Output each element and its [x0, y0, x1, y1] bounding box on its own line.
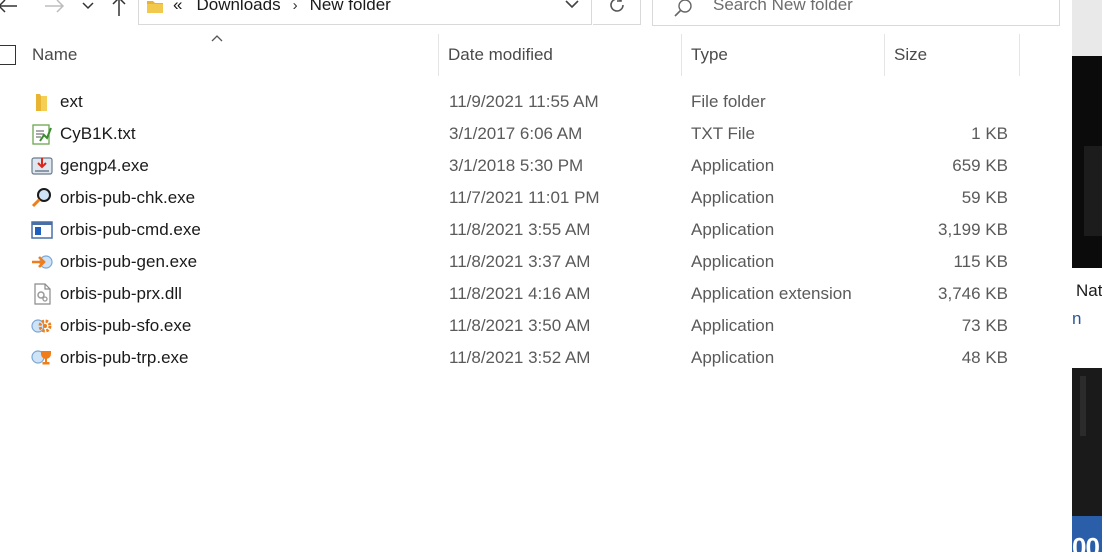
file-name: orbis-pub-chk.exe — [60, 188, 196, 207]
file-date: 11/9/2021 11:55 AM — [449, 92, 599, 111]
column-header-row: Name Date modified Type Size — [0, 34, 1072, 76]
file-name: orbis-pub-sfo.exe — [60, 316, 192, 335]
file-name: orbis-pub-gen.exe — [60, 252, 198, 271]
file-type: Application — [691, 348, 775, 367]
file-size: 73 KB — [961, 316, 1008, 335]
forward-arrow-icon — [45, 0, 65, 13]
file-type: TXT File — [691, 124, 755, 143]
file-type: File folder — [691, 92, 766, 111]
background-text: Nat — [1076, 281, 1102, 300]
file-date: 11/7/2021 11:01 PM — [449, 188, 600, 207]
file-type: Application — [691, 188, 775, 207]
file-type: Application — [691, 220, 775, 239]
background-image-dark — [1072, 56, 1102, 268]
file-size: 3,746 KB — [938, 284, 1008, 303]
chevron-down-icon — [82, 2, 94, 10]
file-size: 115 KB — [953, 252, 1008, 271]
folder-icon — [147, 1, 163, 13]
breadcrumb-separator-icon[interactable]: › — [293, 0, 298, 14]
window-app-icon — [31, 221, 53, 239]
folder-icon — [36, 94, 47, 111]
up-arrow-icon — [112, 0, 126, 16]
file-row[interactable]: orbis-pub-trp.exe 11/8/2021 3:52 AM Appl… — [0, 342, 1072, 374]
arrow-app-icon — [32, 255, 53, 269]
installer-icon — [31, 157, 53, 175]
file-name: orbis-pub-trp.exe — [60, 348, 189, 367]
file-type: Application — [691, 252, 775, 271]
back-arrow-icon — [0, 0, 17, 13]
magnifier-app-icon — [31, 188, 51, 208]
column-type[interactable]: Type — [681, 34, 884, 76]
text-file-icon — [32, 124, 52, 145]
file-date: 3/1/2018 5:30 PM — [449, 156, 584, 175]
file-row[interactable]: orbis-pub-sfo.exe 11/8/2021 3:50 AM Appl… — [0, 310, 1072, 342]
background-banner-text: 00 — [1072, 532, 1100, 552]
file-row[interactable]: orbis-pub-chk.exe 11/7/2021 11:01 PM App… — [0, 182, 1072, 214]
file-type: Application — [691, 316, 775, 335]
file-row[interactable]: orbis-pub-cmd.exe 11/8/2021 3:55 AM Appl… — [0, 214, 1072, 246]
back-button[interactable] — [0, 0, 22, 26]
background-window-edge: Nat n 00 — [1072, 0, 1102, 552]
file-name: gengp4.exe — [60, 156, 149, 175]
file-date: 3/1/2017 6:06 AM — [449, 124, 583, 143]
file-date: 11/8/2021 3:55 AM — [449, 220, 591, 239]
column-name[interactable]: Name — [22, 34, 438, 76]
file-explorer-window: « Downloads › New folder Name Date modif… — [0, 0, 1072, 552]
file-type: Application extension — [691, 284, 852, 303]
search-box[interactable] — [652, 0, 1060, 26]
breadcrumb-overflow[interactable]: « — [173, 0, 182, 15]
search-icon — [674, 0, 692, 17]
background-image-dark — [1072, 368, 1102, 516]
breadcrumb-new-folder[interactable]: New folder — [310, 0, 391, 15]
refresh-icon — [609, 0, 624, 12]
file-date: 11/8/2021 3:52 AM — [449, 348, 591, 367]
file-size: 48 KB — [961, 348, 1008, 367]
trophy-app-icon — [31, 350, 51, 365]
file-size: 659 KB — [952, 156, 1008, 175]
file-size: 3,199 KB — [938, 220, 1008, 239]
file-row[interactable]: orbis-pub-gen.exe 11/8/2021 3:37 AM Appl… — [0, 246, 1072, 278]
file-row[interactable]: CyB1K.txt 3/1/2017 6:06 AM TXT File 1 KB — [0, 118, 1072, 150]
column-date-modified[interactable]: Date modified — [438, 34, 681, 76]
column-divider[interactable] — [1019, 34, 1020, 76]
forward-button[interactable] — [40, 0, 70, 26]
file-row[interactable]: ext 11/9/2021 11:55 AM File folder — [0, 86, 1072, 118]
select-all-checkbox[interactable] — [0, 45, 16, 65]
file-date: 11/8/2021 3:50 AM — [449, 316, 591, 335]
breadcrumb: « Downloads › New folder — [173, 0, 391, 15]
background-link-text: n — [1072, 309, 1082, 328]
file-date: 11/8/2021 4:16 AM — [449, 284, 591, 303]
file-size: 59 KB — [961, 188, 1008, 207]
dll-file-icon — [34, 283, 51, 305]
file-name: CyB1K.txt — [60, 124, 136, 143]
up-button[interactable] — [106, 0, 132, 26]
address-bar[interactable]: « Downloads › New folder — [138, 0, 592, 25]
file-type: Application — [691, 156, 775, 175]
file-size: 1 KB — [971, 124, 1008, 143]
breadcrumb-downloads[interactable]: Downloads — [196, 0, 280, 15]
file-name: orbis-pub-prx.dll — [60, 284, 182, 303]
file-row[interactable]: orbis-pub-prx.dll 11/8/2021 4:16 AM Appl… — [0, 278, 1072, 310]
column-size[interactable]: Size — [884, 34, 1019, 76]
recent-locations-button[interactable] — [78, 0, 98, 26]
chevron-down-icon[interactable] — [565, 0, 579, 9]
file-name: ext — [60, 92, 83, 111]
file-row[interactable]: gengp4.exe 3/1/2018 5:30 PM Application … — [0, 150, 1072, 182]
navigation-bar: « Downloads › New folder — [0, 0, 1072, 26]
refresh-button[interactable] — [593, 0, 641, 25]
gear-app-icon — [31, 319, 52, 333]
file-date: 11/8/2021 3:37 AM — [449, 252, 591, 271]
search-input[interactable] — [713, 0, 1033, 18]
file-name: orbis-pub-cmd.exe — [60, 220, 201, 239]
